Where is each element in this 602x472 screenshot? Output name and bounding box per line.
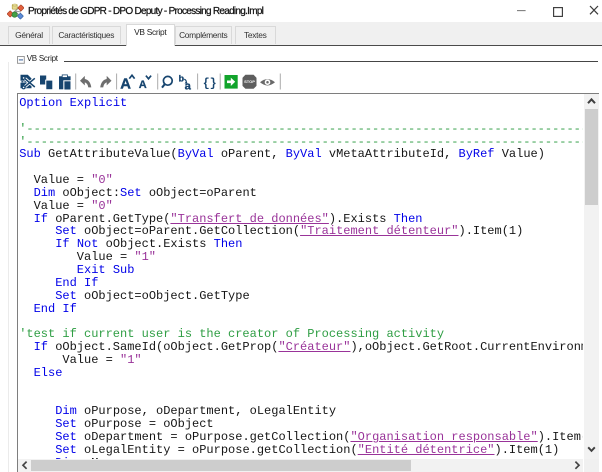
- svg-text:A: A: [139, 79, 147, 91]
- svg-text:STOP: STOP: [244, 79, 255, 84]
- svg-text:A: A: [120, 76, 131, 92]
- svg-text:{}: {}: [203, 78, 217, 91]
